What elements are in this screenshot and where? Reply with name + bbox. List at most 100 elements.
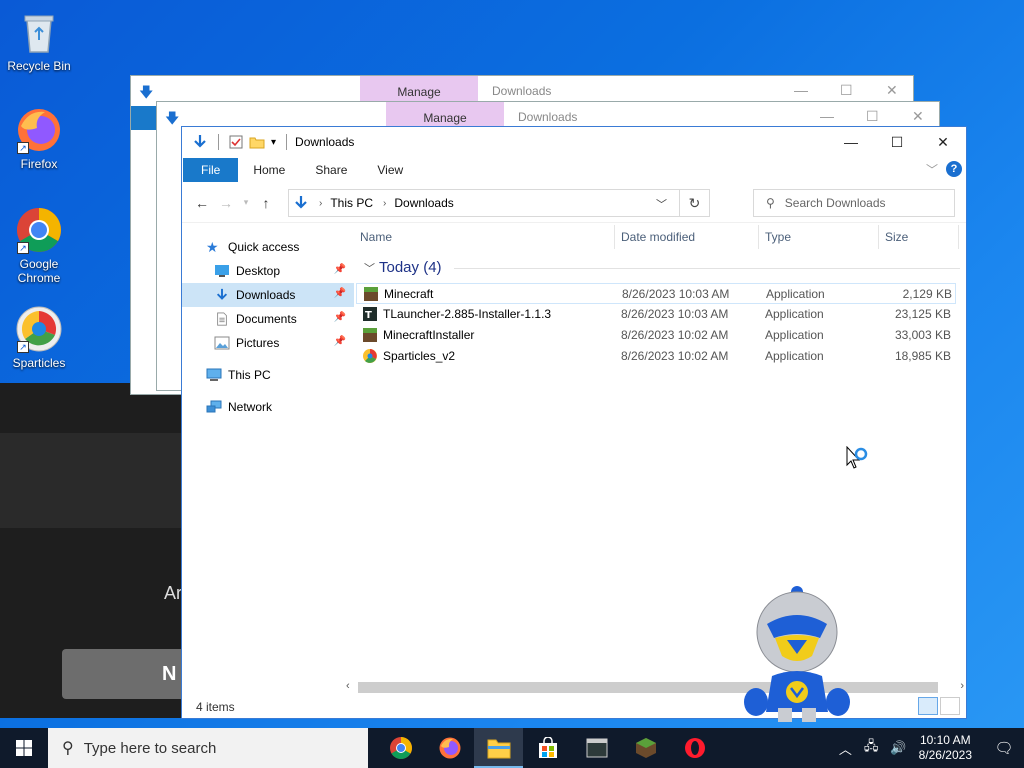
horizontal-scrollbar[interactable]: ‹ › (344, 679, 966, 696)
breadcrumb-chevron-icon[interactable]: › (319, 198, 322, 209)
details-view-icon[interactable] (918, 697, 938, 715)
column-header-size[interactable]: Size (885, 230, 908, 244)
large-icons-view-icon[interactable] (940, 697, 960, 715)
minimize-button[interactable]: — (828, 127, 874, 157)
recent-locations-chevron-icon[interactable]: ▾ (238, 197, 254, 208)
taskbar-store[interactable] (523, 728, 572, 768)
scroll-right-icon[interactable]: › (960, 680, 964, 692)
tab-home[interactable]: Home (238, 158, 300, 182)
column-divider[interactable] (878, 225, 879, 249)
column-header-date[interactable]: Date modified (621, 230, 695, 244)
table-row[interactable]: Minecraft 8/26/2023 10:03 AM Application… (356, 283, 956, 304)
robot-mascot[interactable] (742, 586, 852, 722)
nav-item-documents[interactable]: Documents 📌 (182, 307, 354, 331)
desktop-icon-recycle-bin[interactable]: Recycle Bin (1, 8, 77, 73)
sparticles-icon (363, 349, 377, 363)
status-item-count: 4 items (196, 700, 235, 714)
nav-item-downloads[interactable]: Downloads 📌 (182, 283, 354, 307)
nav-item-quick-access[interactable]: ★ Quick access (182, 235, 354, 259)
column-divider[interactable] (614, 225, 615, 249)
maximize-button[interactable]: ☐ (874, 127, 920, 157)
close-icon[interactable]: ✕ (886, 82, 898, 99)
network-icon[interactable]: 🖧 (864, 737, 879, 759)
address-dropdown-icon[interactable]: ﹀ (656, 196, 667, 212)
show-hidden-icons-chevron-icon[interactable]: ︿ (839, 739, 852, 758)
taskbar-file-explorer[interactable] (474, 728, 523, 768)
nav-item-label: Documents (236, 312, 297, 326)
maximize-icon[interactable]: ☐ (866, 108, 879, 125)
column-header-type[interactable]: Type (765, 230, 791, 244)
minimize-icon[interactable]: — (794, 82, 808, 98)
expand-ribbon-icon[interactable]: ﹀ (926, 161, 938, 178)
breadcrumb-downloads[interactable]: Downloads (394, 196, 453, 210)
taskbar-search-placeholder: Type here to search (83, 739, 217, 757)
pin-icon[interactable]: 📌 (334, 264, 346, 275)
nav-item-network[interactable]: Network (182, 395, 354, 419)
window-title: Downloads (295, 135, 355, 149)
taskbar-minecraft[interactable] (621, 728, 670, 768)
group-header-today[interactable]: ﹀ Today (4) (354, 257, 966, 279)
column-divider[interactable] (758, 225, 759, 249)
shortcut-arrow-icon: ↗ (17, 242, 29, 254)
tab-share[interactable]: Share (300, 158, 362, 182)
desktop-icon-chrome[interactable]: ↗ Google Chrome (1, 206, 77, 285)
table-row[interactable]: T TLauncher-2.885-Installer-1.1.3 8/26/2… (356, 304, 956, 325)
column-divider[interactable] (958, 225, 959, 249)
start-button[interactable] (0, 728, 48, 768)
pin-icon[interactable]: 📌 (334, 288, 346, 299)
taskbar-search-box[interactable]: ⚲ Type here to search (48, 728, 368, 768)
nav-item-label: Downloads (236, 288, 296, 302)
close-button[interactable]: ✕ (920, 127, 966, 157)
file-date: 8/26/2023 10:03 AM (622, 287, 730, 301)
app-window-icon (586, 738, 607, 758)
taskbar-opera[interactable] (670, 728, 719, 768)
nav-item-label: Pictures (236, 336, 280, 350)
pin-icon[interactable]: 📌 (334, 312, 346, 323)
help-icon[interactable]: ? (946, 161, 962, 177)
shortcut-arrow-icon: ↗ (17, 341, 29, 353)
new-folder-icon[interactable] (249, 135, 265, 149)
breadcrumb-this-pc[interactable]: This PC (330, 196, 373, 210)
back-arrow-icon[interactable]: ← (190, 195, 214, 211)
desktop-icon-firefox[interactable]: ↗ Firefox (1, 106, 77, 171)
clock[interactable]: 10:10 AM 8/26/2023 (919, 733, 972, 763)
search-input[interactable] (784, 196, 945, 210)
search-box[interactable]: ⚲ (753, 189, 955, 217)
scroll-left-icon[interactable]: ‹ (346, 680, 350, 692)
taskbar-app-window[interactable] (572, 728, 621, 768)
nav-item-pictures[interactable]: Pictures 📌 (182, 331, 354, 355)
table-row[interactable]: MinecraftInstaller 8/26/2023 10:02 AM Ap… (356, 325, 956, 346)
nav-item-this-pc[interactable]: This PC (182, 363, 354, 387)
computer-icon (206, 368, 222, 381)
quick-access-dropdown-icon[interactable]: ▾ (271, 137, 276, 148)
breadcrumb-chevron-icon[interactable]: › (383, 198, 386, 209)
properties-check-icon[interactable] (229, 135, 243, 149)
refresh-icon[interactable]: ↻ (679, 190, 709, 216)
file-date: 8/26/2023 10:03 AM (621, 307, 729, 321)
minecraft-block-icon (635, 738, 656, 758)
minimize-icon[interactable]: — (820, 108, 834, 124)
file-size: 33,003 KB (894, 328, 951, 342)
desktop-icon-sparticles[interactable]: ↗ Sparticles (1, 305, 77, 370)
pin-icon[interactable]: 📌 (334, 336, 346, 347)
close-icon[interactable]: ✕ (912, 108, 924, 125)
tab-view[interactable]: View (362, 158, 418, 182)
file-name: TLauncher-2.885-Installer-1.1.3 (383, 307, 552, 321)
taskbar-chrome[interactable] (376, 728, 425, 768)
volume-icon[interactable]: 🔊 (890, 740, 906, 756)
tab-file[interactable]: File (183, 158, 239, 182)
up-arrow-icon[interactable]: ↑ (254, 195, 278, 211)
taskbar-firefox[interactable] (425, 728, 474, 768)
maximize-icon[interactable]: ☐ (840, 82, 853, 99)
address-bar[interactable]: › This PC › Downloads ﹀ ↻ (288, 189, 710, 217)
forward-arrow-icon[interactable]: → (214, 195, 238, 211)
file-type: Application (765, 328, 824, 342)
title-bar[interactable]: ▾ Downloads — ☐ ✕ (182, 127, 966, 157)
minecraft-block-icon (364, 287, 378, 301)
folder-icon (487, 739, 510, 759)
column-header-name[interactable]: Name (360, 230, 392, 244)
taskbar: ⚲ Type here to search ︿ 🖧 🔊 10:10 AM 8/2… (0, 728, 1024, 768)
nav-item-desktop[interactable]: Desktop 📌 (182, 259, 354, 283)
table-row[interactable]: Sparticles_v2 8/26/2023 10:02 AM Applica… (356, 346, 956, 367)
notification-center-icon[interactable]: 🗨 (984, 728, 1024, 768)
